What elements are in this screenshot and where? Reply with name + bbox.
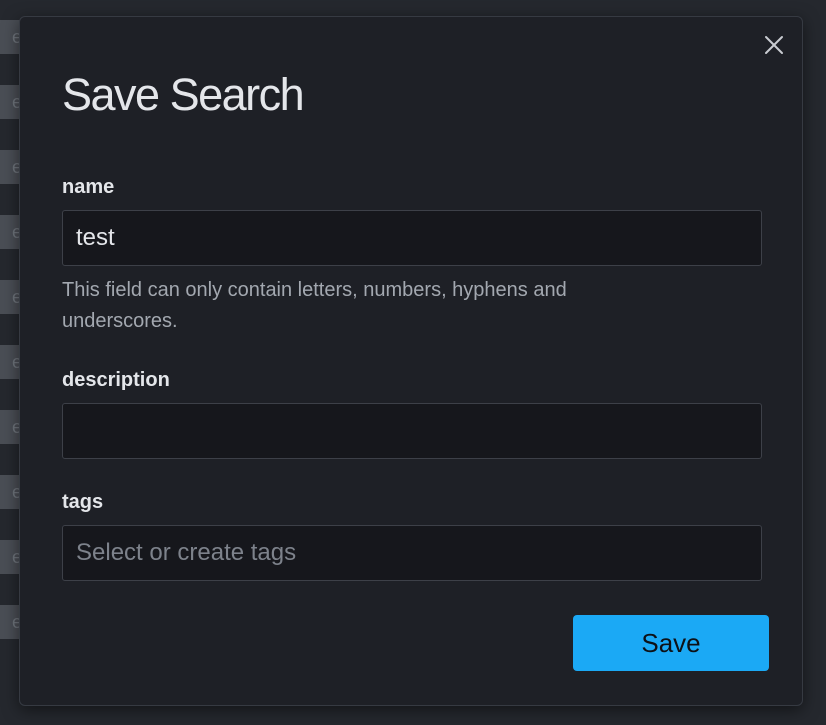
close-icon [765,36,783,54]
background-row: e [0,605,20,639]
background-row: e [0,280,20,314]
save-search-dialog: Save Search name This field can only con… [19,16,803,706]
background-row: e [0,345,20,379]
background-row: e [0,475,20,509]
tags-combobox[interactable] [62,525,762,581]
background-row: e [0,20,20,54]
background-row: e [0,85,20,119]
description-label: description [62,369,170,391]
background-row: e [0,410,20,444]
description-input[interactable] [62,403,762,459]
tags-label: tags [62,491,104,513]
name-input[interactable] [62,210,762,266]
name-label: name [62,176,115,198]
save-button[interactable]: Save [573,615,769,671]
background-row: e [0,150,20,184]
dialog-title: Save Search [62,69,305,120]
close-button[interactable] [760,31,788,59]
background-row: e [0,540,20,574]
name-help-text: This field can only contain letters, num… [62,279,567,332]
background-row: e [0,215,20,249]
